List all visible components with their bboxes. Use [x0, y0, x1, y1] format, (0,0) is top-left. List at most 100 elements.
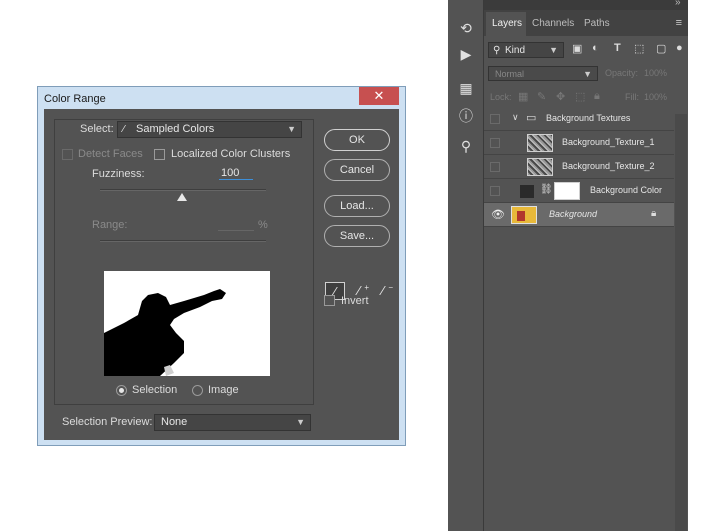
dialog-body: Select: ⁄ Sampled Colors ▼ Detect Faces … [44, 109, 399, 440]
lock-all-icon[interactable]: 🔒︎ [594, 90, 600, 103]
fill-swatch-thumbnail [520, 185, 534, 198]
filter-type-icon[interactable]: T [614, 42, 621, 54]
layer-row-texture-1[interactable]: Background_Texture_1 [484, 131, 674, 155]
filter-kind-value: Kind [505, 45, 526, 56]
tab-layers[interactable]: Layers [492, 18, 522, 29]
range-input[interactable] [218, 219, 254, 231]
layer-row-texture-2[interactable]: Background_Texture_2 [484, 155, 674, 179]
panel-tool-strip: ⟲ ▶ ▦ ⓘ ⚲ [448, 0, 484, 531]
lock-label: Lock: [490, 92, 512, 102]
layer-name: Background Color [590, 185, 663, 195]
select-dropdown[interactable]: ⁄ Sampled Colors ▼ [117, 121, 302, 138]
visibility-toggle[interactable] [490, 162, 500, 172]
panel-top-bar: « » [448, 0, 688, 10]
layer-row-background-color[interactable]: ⛓ Background Color [484, 179, 674, 203]
layers-panel: Layers Channels Paths ≡ ⚲ Kind ▼ ▣ ◐ T ⬚… [484, 10, 688, 531]
lock-brush-icon[interactable]: ✎ [537, 90, 546, 103]
panel-tabs: Layers Channels Paths ≡ [484, 10, 688, 36]
lock-icon: 🔒︎ [651, 208, 657, 219]
lock-artboard-icon[interactable]: ⬚ [575, 90, 585, 103]
layer-thumbnail [527, 158, 553, 176]
tab-paths[interactable]: Paths [584, 18, 610, 29]
tab-channels[interactable]: Channels [532, 18, 574, 29]
load-button[interactable]: Load... [324, 195, 390, 217]
chevron-down-icon: ▼ [287, 124, 296, 134]
layer-name: Background [549, 209, 598, 219]
swatches-icon[interactable]: ▦ [457, 80, 475, 97]
fuzziness-input[interactable]: 100 [219, 167, 253, 180]
layer-mask-thumbnail[interactable] [554, 182, 580, 200]
fuzziness-slider-track[interactable] [100, 189, 266, 191]
range-label: Range: [92, 219, 128, 231]
history-icon[interactable]: ⟲ [457, 20, 475, 37]
layer-name: Background Textures [546, 113, 631, 123]
visibility-toggle[interactable] [490, 114, 500, 124]
visibility-toggle[interactable] [490, 138, 500, 148]
selection-radio[interactable] [116, 385, 127, 396]
close-button[interactable]: ✕ [359, 87, 399, 105]
blend-mode-value: Normal [495, 69, 525, 79]
invert-label: Invert [341, 295, 369, 307]
layer-row-background[interactable]: 👁︎ Background 🔒︎ [484, 203, 674, 227]
range-slider-track[interactable] [100, 240, 266, 242]
selection-preview-dropdown[interactable]: None ▼ [154, 414, 311, 431]
filter-adjustment-icon[interactable]: ◐ [592, 42, 599, 54]
layer-thumbnail [527, 134, 553, 152]
lock-row: Lock: ▦ ✎ ✥ ⬚ 🔒︎ Fill: 100% [484, 90, 688, 106]
layer-row-group[interactable]: ∨ ▭ Background Textures [484, 107, 674, 131]
search-icon: ⚲ [493, 45, 501, 56]
link-icon[interactable]: ⛓ [540, 184, 553, 195]
selection-radio-label: Selection [132, 384, 178, 396]
fill-label: Fill: [625, 92, 639, 102]
info-icon[interactable]: ⓘ [457, 106, 475, 126]
eyedropper-subtract-icon[interactable]: ⁄ − [373, 282, 393, 300]
chevron-down-icon: ▼ [549, 45, 558, 55]
blend-mode-dropdown[interactable]: Normal ▼ [488, 66, 598, 81]
select-value: Sampled Colors [136, 123, 215, 135]
lock-move-icon[interactable]: ✥ [556, 90, 565, 103]
layer-name: Background_Texture_2 [562, 161, 655, 171]
image-radio[interactable] [192, 385, 203, 396]
invert-checkbox[interactable] [324, 295, 335, 306]
save-button[interactable]: Save... [324, 225, 390, 247]
chevron-down-icon[interactable]: ∨ [512, 112, 519, 123]
clone-source-icon[interactable]: ⚲ [457, 138, 475, 155]
thumbnail-figure [517, 211, 525, 221]
visibility-toggle[interactable] [490, 186, 500, 196]
layer-name: Background_Texture_1 [562, 137, 655, 147]
filter-pixel-icon[interactable]: ▣ [572, 42, 582, 55]
selection-preview-image [104, 271, 270, 376]
layer-thumbnail [511, 206, 537, 224]
selection-preview-value: None [161, 416, 188, 428]
dialog-title: Color Range [44, 93, 106, 105]
image-radio-label: Image [208, 384, 239, 396]
opacity-value[interactable]: 100% [644, 68, 667, 78]
fuzziness-slider-thumb[interactable] [177, 193, 187, 201]
folder-icon: ▭ [526, 112, 537, 124]
fill-value[interactable]: 100% [644, 92, 667, 102]
panel-menu-icon[interactable]: ≡ [676, 17, 682, 29]
color-range-dialog: Color Range ✕ Select: ⁄ Sampled Colors ▼… [37, 86, 406, 446]
filter-kind-dropdown[interactable]: ⚲ Kind ▼ [488, 42, 564, 58]
detect-faces-checkbox[interactable] [62, 149, 73, 160]
filter-row: ⚲ Kind ▼ ▣ ◐ T ⬚ ▢ ● [484, 42, 688, 60]
localized-clusters-checkbox[interactable] [154, 149, 165, 160]
chevron-down-icon: ▼ [296, 417, 305, 427]
silhouette-figure [104, 289, 226, 376]
ok-button[interactable]: OK [324, 129, 390, 151]
range-unit: % [258, 219, 268, 231]
play-actions-icon[interactable]: ▶ [457, 46, 475, 63]
layers-scrollbar[interactable] [675, 114, 687, 531]
filter-shape-icon[interactable]: ⬚ [634, 42, 644, 55]
filter-toggle-icon[interactable]: ● [676, 42, 683, 54]
cancel-button[interactable]: Cancel [324, 159, 390, 181]
eye-icon[interactable]: 👁︎ [491, 208, 505, 221]
opacity-label: Opacity: [605, 68, 639, 78]
detect-faces-label: Detect Faces [78, 148, 143, 160]
collapse-right-icon[interactable]: » [675, 0, 681, 8]
selection-preview-label: Selection Preview: [62, 416, 153, 428]
filter-smart-object-icon[interactable]: ▢ [656, 42, 666, 55]
lock-transparent-icon[interactable]: ▦ [518, 90, 528, 103]
blend-row: Normal ▼ Opacity: 100% [484, 66, 688, 82]
localized-clusters-label: Localized Color Clusters [171, 148, 291, 160]
